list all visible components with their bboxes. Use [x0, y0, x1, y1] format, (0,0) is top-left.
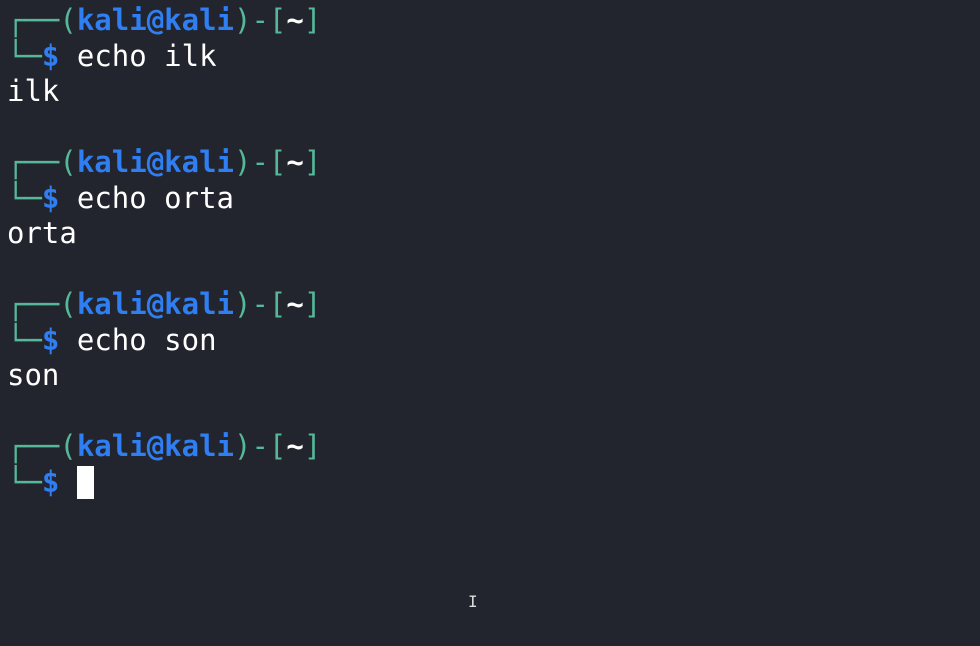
command-output: son	[7, 358, 60, 392]
command-output: ilk	[7, 74, 60, 108]
command-text: echo son	[76, 322, 217, 357]
command-line: └─$ echo ilk	[7, 38, 217, 73]
command-text: echo orta	[76, 180, 234, 215]
prompt-line: ┌──(kali@kali)-[~]	[7, 429, 322, 463]
command-history: ┌──(kali@kali)-[~] └─$ echo ilk ilk ┌──(kal…	[7, 3, 321, 429]
prompt-line: ┌──(kali@kali)-[~]	[7, 3, 322, 37]
terminal[interactable]: ┌──(kali@kali)-[~] └─$ echo ilk ilk ┌──(kal…	[7, 3, 321, 500]
command-line: └─$ echo son	[7, 322, 217, 357]
command-output: orta	[7, 216, 77, 250]
command-line: └─$ echo orta	[7, 180, 234, 215]
text-cursor	[76, 465, 94, 499]
prompt-line: ┌──(kali@kali)-[~]	[7, 145, 322, 179]
command-input-line[interactable]: └─$	[7, 465, 321, 501]
command-text: echo ilk	[76, 38, 217, 73]
prompt-line: ┌──(kali@kali)-[~]	[7, 287, 322, 321]
mouse-ibeam-icon: I	[468, 592, 478, 611]
